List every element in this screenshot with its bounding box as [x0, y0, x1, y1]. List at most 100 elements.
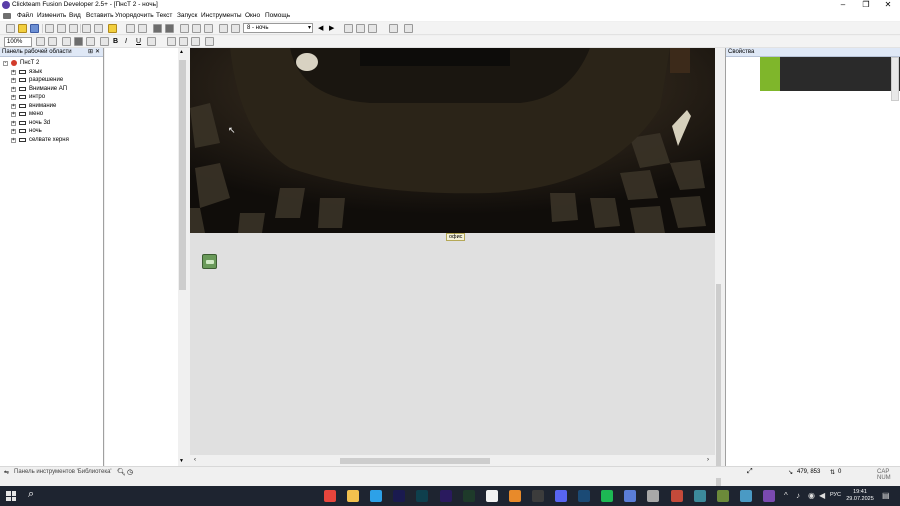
scroll-down-icon[interactable]: ▼: [179, 458, 184, 464]
microphone-icon[interactable]: ♪: [796, 491, 800, 500]
bold-icon[interactable]: B: [113, 38, 118, 45]
chrome-icon[interactable]: [324, 490, 336, 502]
language-indicator[interactable]: РУС: [830, 492, 841, 498]
editor-vertical-thumb[interactable]: [716, 284, 721, 494]
fill-icon[interactable]: [74, 37, 83, 46]
after-effects-icon[interactable]: [393, 490, 406, 502]
prev-frame-icon[interactable]: ◀: [318, 24, 323, 32]
discord-icon[interactable]: [555, 490, 567, 502]
expand-icon[interactable]: +: [11, 112, 16, 117]
align-left-icon[interactable]: [167, 37, 176, 46]
volume-icon[interactable]: ◀: [819, 491, 825, 500]
app-icon-a[interactable]: [647, 490, 660, 502]
menu-insert[interactable]: Вставить: [86, 12, 114, 19]
close-icon[interactable]: ✕: [95, 48, 100, 56]
expand-icon[interactable]: +: [11, 78, 16, 83]
tree-item-frame[interactable]: + мено: [0, 110, 100, 119]
editor-horizontal-thumb[interactable]: [340, 458, 490, 464]
open-icon[interactable]: [18, 24, 27, 33]
frame-editor-icon[interactable]: [165, 24, 174, 33]
discord-2-icon[interactable]: [624, 490, 637, 502]
tree-root[interactable]: - ПнсТ 2: [0, 59, 100, 68]
grid-icon[interactable]: [344, 24, 353, 33]
app-properties-icon[interactable]: [389, 24, 398, 33]
close-button[interactable]: ✕: [877, 0, 899, 11]
scroll-left-icon[interactable]: ‹: [194, 457, 196, 463]
audition-icon[interactable]: [416, 490, 429, 502]
undo-icon[interactable]: [82, 24, 91, 33]
text-color-icon[interactable]: [147, 37, 156, 46]
terminal-icon[interactable]: [531, 490, 544, 502]
clock-icon[interactable]: ◷: [127, 468, 133, 476]
app-icon-b[interactable]: [670, 490, 683, 502]
menu-edit[interactable]: Изменить: [37, 12, 66, 19]
frame-stage[interactable]: ↖: [190, 48, 715, 233]
event-editor-icon[interactable]: [180, 24, 189, 33]
save-icon[interactable]: [30, 24, 39, 33]
next-frame-icon[interactable]: ▶: [329, 24, 334, 32]
layers-icon[interactable]: [368, 24, 377, 33]
expand-icon[interactable]: +: [11, 86, 16, 92]
run-application-icon[interactable]: [126, 24, 135, 33]
align-icon[interactable]: [100, 37, 109, 46]
frame-label[interactable]: офис: [446, 233, 466, 241]
editor-horizontal-scrollbar[interactable]: ‹ ›: [190, 457, 715, 465]
expand-icon[interactable]: +: [11, 120, 16, 126]
explorer-icon[interactable]: [347, 490, 360, 502]
tree-item-frame[interactable]: + разрешение: [0, 76, 100, 85]
expand-icon[interactable]: +: [11, 95, 16, 100]
menu-view[interactable]: Вид: [69, 12, 81, 19]
snap-icon[interactable]: [356, 24, 365, 33]
tree-item-frame[interactable]: + селвате херня: [0, 136, 100, 145]
app-icon-c[interactable]: [693, 490, 706, 502]
pattern-icon[interactable]: [86, 37, 95, 46]
minimize-button[interactable]: –: [832, 0, 854, 11]
menu-run[interactable]: Запуск: [177, 12, 197, 19]
storyboard-editor-icon[interactable]: [153, 24, 162, 33]
library-scroll-thumb[interactable]: [179, 60, 186, 290]
expand-icon[interactable]: +: [11, 137, 16, 143]
event-list-icon[interactable]: [192, 24, 201, 33]
paste-icon[interactable]: [69, 24, 78, 33]
collapse-icon[interactable]: -: [3, 61, 8, 66]
frame-outside-area[interactable]: [190, 233, 715, 455]
spotify-icon[interactable]: [601, 490, 614, 502]
tree-item-frame[interactable]: + язык: [0, 68, 100, 77]
taskbar-clock[interactable]: 19:41 29.07.2025: [843, 489, 877, 503]
zoom-select[interactable]: 100%: [4, 37, 32, 47]
notifications-icon[interactable]: ▤: [882, 491, 890, 500]
pointer-icon[interactable]: [219, 24, 228, 33]
align-right-icon[interactable]: [191, 37, 200, 46]
network-icon[interactable]: ◉: [808, 491, 815, 500]
copy-icon[interactable]: [57, 24, 66, 33]
app-icon-d[interactable]: [716, 490, 729, 502]
maximize-button[interactable]: ❐: [855, 0, 877, 11]
tree-item-frame[interactable]: + ночь: [0, 127, 100, 136]
premiere-icon[interactable]: [439, 490, 452, 502]
cut-icon[interactable]: [45, 24, 54, 33]
new-icon[interactable]: [6, 24, 15, 33]
underline-icon[interactable]: U: [136, 38, 141, 45]
tree-item-frame[interactable]: + внимание: [0, 102, 100, 111]
search-icon[interactable]: ⌕: [28, 488, 34, 501]
github-icon[interactable]: [485, 490, 498, 502]
menu-text[interactable]: Текст: [156, 12, 172, 19]
menu-window[interactable]: Окно: [245, 12, 260, 19]
tree-item-frame[interactable]: + Внимание АП: [0, 85, 100, 94]
steam-icon[interactable]: [578, 490, 591, 502]
italic-icon[interactable]: I: [125, 38, 127, 45]
expand-icon[interactable]: +: [11, 69, 16, 75]
menu-file[interactable]: Файл: [17, 12, 33, 19]
frame-select-icon[interactable]: [231, 24, 240, 33]
properties-scrollbar[interactable]: [891, 57, 899, 101]
build-icon[interactable]: [404, 24, 413, 33]
help-icon[interactable]: [108, 24, 117, 33]
editor-vertical-scrollbar[interactable]: [715, 48, 722, 494]
align-center-icon[interactable]: [179, 37, 188, 46]
object-icon[interactable]: [202, 254, 217, 269]
crop-icon[interactable]: [205, 37, 214, 46]
pin-icon[interactable]: ⊞: [88, 48, 93, 56]
tree-item-frame[interactable]: + ночь 3d: [0, 119, 100, 128]
expand-icon[interactable]: +: [11, 103, 16, 109]
tree-item-frame[interactable]: + интро: [0, 93, 100, 102]
